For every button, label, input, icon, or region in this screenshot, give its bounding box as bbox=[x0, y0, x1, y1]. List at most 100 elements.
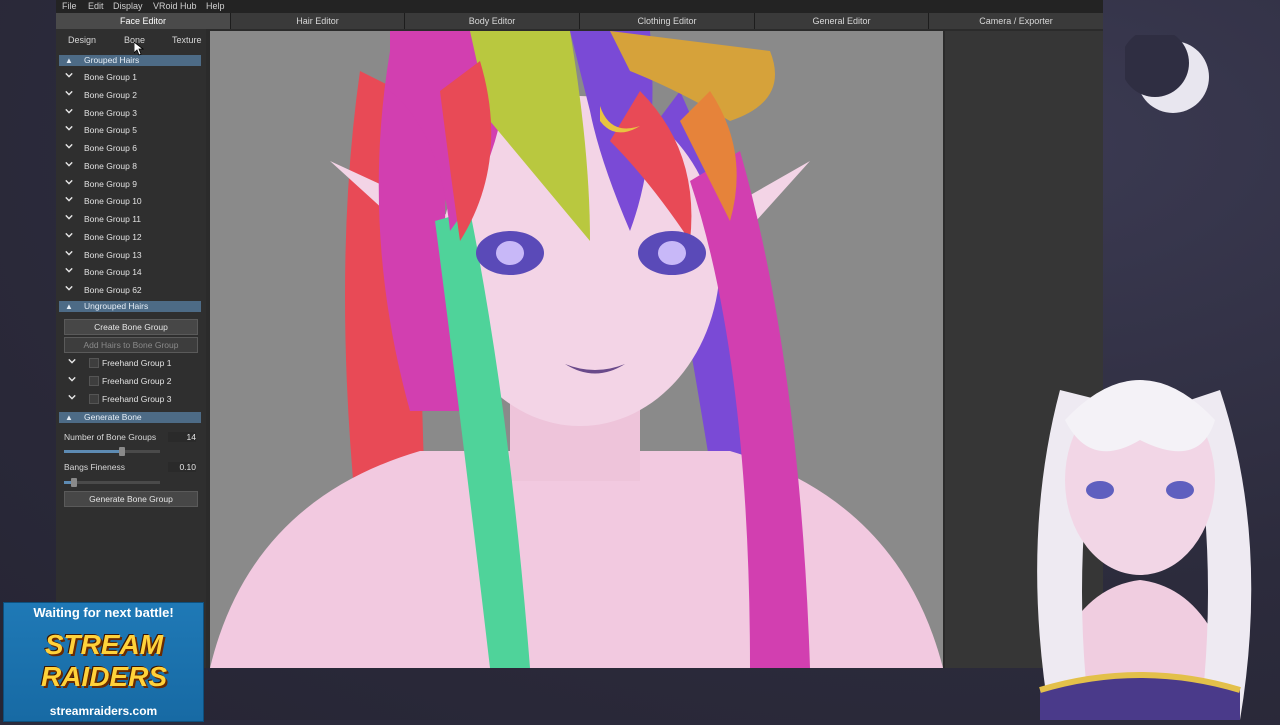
number-of-bone-groups-label: Number of Bone Groups bbox=[64, 432, 157, 442]
number-of-bone-groups-field[interactable]: 14 bbox=[168, 432, 196, 442]
moon-decoration bbox=[1121, 29, 1215, 125]
sub-tab-bar: Design Bone Texture bbox=[56, 29, 206, 51]
create-bone-group-button[interactable]: Create Bone Group bbox=[64, 319, 198, 335]
chevron-down-icon[interactable] bbox=[68, 357, 76, 365]
3d-viewport[interactable] bbox=[210, 31, 943, 668]
ungrouped-hairs-header[interactable]: ▲ Ungrouped Hairs bbox=[59, 301, 201, 312]
tab-camera-exporter[interactable]: Camera / Exporter bbox=[929, 13, 1103, 29]
generate-bone-group-button[interactable]: Generate Bone Group bbox=[64, 491, 198, 507]
tab-hair-editor[interactable]: Hair Editor bbox=[231, 13, 405, 29]
tab-general-editor[interactable]: General Editor bbox=[755, 13, 929, 29]
bone-group-label: Bone Group 62 bbox=[84, 285, 142, 295]
site-url: streamraiders.com bbox=[49, 704, 158, 718]
chevron-down-icon[interactable] bbox=[65, 71, 73, 79]
slider-handle[interactable] bbox=[118, 447, 125, 456]
section-label: Grouped Hairs bbox=[84, 55, 140, 65]
chevron-down-icon[interactable] bbox=[65, 124, 73, 132]
bone-group-item[interactable]: Bone Group 11 bbox=[59, 211, 201, 228]
chevron-down-icon[interactable] bbox=[65, 89, 73, 97]
slider-fill bbox=[64, 450, 122, 453]
bone-group-item[interactable]: Bone Group 8 bbox=[59, 158, 201, 175]
bone-group-label: Bone Group 1 bbox=[84, 72, 137, 82]
tab-face-editor[interactable]: Face Editor bbox=[56, 13, 231, 29]
freehand-group-item[interactable]: Freehand Group 3 bbox=[59, 391, 201, 408]
bone-group-item[interactable]: Bone Group 3 bbox=[59, 105, 201, 122]
bone-group-item[interactable]: Bone Group 10 bbox=[59, 193, 201, 210]
bone-group-item[interactable]: Bone Group 12 bbox=[59, 229, 201, 246]
generate-bone-header[interactable]: ▲ Generate Bone bbox=[59, 412, 201, 423]
bone-group-label: Bone Group 3 bbox=[84, 107, 137, 118]
chevron-down-icon[interactable] bbox=[65, 107, 73, 115]
chevron-down-icon[interactable] bbox=[68, 375, 76, 383]
menu-help[interactable]: Help bbox=[206, 1, 225, 11]
bone-group-label: Bone Group 5 bbox=[84, 125, 137, 136]
chevron-down-icon[interactable] bbox=[65, 249, 73, 257]
bangs-fineness-slider[interactable] bbox=[64, 478, 160, 487]
bone-group-label: Bone Group 13 bbox=[84, 249, 142, 260]
number-of-bone-groups-slider[interactable] bbox=[64, 447, 160, 456]
subtab-design[interactable]: Design bbox=[68, 35, 96, 45]
menu-bar: File Edit Display VRoid Hub Help bbox=[56, 0, 1103, 13]
chevron-up-icon: ▲ bbox=[65, 413, 73, 422]
grouped-hairs-header[interactable]: ▲ Grouped Hairs bbox=[59, 55, 201, 66]
logo-line-2: RAIDERS bbox=[40, 661, 167, 692]
left-panel: Design Bone Texture ▲ Grouped Hairs Bone… bbox=[56, 29, 206, 668]
bone-group-item[interactable]: Bone Group 1 bbox=[59, 69, 201, 86]
bone-group-label: Bone Group 6 bbox=[84, 143, 137, 153]
vroid-studio-window: File Edit Display VRoid Hub Help Face Ed… bbox=[56, 0, 1103, 668]
chevron-down-icon[interactable] bbox=[65, 160, 73, 168]
chevron-down-icon[interactable] bbox=[65, 284, 73, 292]
chevron-down-icon[interactable] bbox=[68, 393, 76, 401]
subtab-texture[interactable]: Texture bbox=[172, 35, 202, 45]
checkbox[interactable] bbox=[89, 394, 99, 404]
slider-handle[interactable] bbox=[70, 478, 77, 487]
bone-group-label: Bone Group 11 bbox=[84, 214, 142, 224]
chevron-up-icon: ▲ bbox=[65, 302, 73, 311]
bone-group-label: Bone Group 10 bbox=[84, 196, 142, 207]
waiting-text: Waiting for next battle! bbox=[33, 605, 174, 620]
bone-group-item[interactable]: Bone Group 14 bbox=[59, 264, 201, 281]
chevron-down-icon[interactable] bbox=[65, 142, 73, 150]
bone-group-item[interactable]: Bone Group 9 bbox=[59, 176, 201, 193]
bangs-fineness-row: Bangs Fineness 0.10 bbox=[64, 462, 196, 476]
chevron-down-icon[interactable] bbox=[65, 178, 73, 186]
bone-group-item[interactable]: Bone Group 6 bbox=[59, 140, 201, 157]
tab-body-editor[interactable]: Body Editor bbox=[405, 13, 580, 29]
menu-file[interactable]: File bbox=[62, 1, 77, 11]
editor-tab-bar: Face Editor Hair Editor Body Editor Clot… bbox=[56, 13, 1103, 29]
bone-group-item[interactable]: Bone Group 62 bbox=[59, 282, 201, 299]
menu-vroid-hub[interactable]: VRoid Hub bbox=[153, 1, 197, 11]
chevron-down-icon[interactable] bbox=[65, 195, 73, 203]
logo-line-1: STREAM bbox=[44, 629, 164, 660]
stream-raiders-logo: STREAM RAIDERS bbox=[24, 629, 184, 697]
checkbox[interactable] bbox=[89, 376, 99, 386]
menu-display[interactable]: Display bbox=[113, 1, 143, 11]
menu-edit[interactable]: Edit bbox=[88, 1, 104, 11]
number-of-bone-groups-row: Number of Bone Groups 14 bbox=[64, 432, 196, 446]
chevron-down-icon[interactable] bbox=[65, 231, 73, 239]
freehand-group-label: Freehand Group 2 bbox=[102, 376, 172, 386]
bone-group-label: Bone Group 2 bbox=[84, 89, 137, 100]
section-label: Generate Bone bbox=[84, 412, 142, 422]
add-hairs-to-bone-group-button[interactable]: Add Hairs to Bone Group bbox=[64, 337, 198, 353]
vtuber-avatar bbox=[1000, 360, 1280, 720]
bone-group-label: Bone Group 14 bbox=[84, 267, 142, 278]
tab-clothing-editor[interactable]: Clothing Editor bbox=[580, 13, 755, 29]
freehand-group-label: Freehand Group 1 bbox=[102, 358, 172, 368]
bone-group-item[interactable]: Bone Group 13 bbox=[59, 247, 201, 264]
bone-group-item[interactable]: Bone Group 2 bbox=[59, 87, 201, 104]
freehand-group-label: Freehand Group 3 bbox=[102, 394, 172, 404]
bangs-fineness-field[interactable]: 0.10 bbox=[168, 462, 196, 472]
stream-raiders-overlay: Waiting for next battle! STREAM RAIDERS … bbox=[3, 602, 204, 722]
checkbox[interactable] bbox=[89, 358, 99, 368]
bone-group-label: Bone Group 9 bbox=[84, 178, 137, 189]
bangs-fineness-label: Bangs Fineness bbox=[64, 462, 125, 472]
character-render bbox=[210, 31, 943, 668]
freehand-group-item[interactable]: Freehand Group 1 bbox=[59, 355, 201, 372]
section-label: Ungrouped Hairs bbox=[84, 301, 149, 311]
chevron-down-icon[interactable] bbox=[65, 266, 73, 274]
bone-group-item[interactable]: Bone Group 5 bbox=[59, 122, 201, 139]
freehand-group-item[interactable]: Freehand Group 2 bbox=[59, 373, 201, 390]
chevron-down-icon[interactable] bbox=[65, 213, 73, 221]
bone-group-label: Bone Group 8 bbox=[84, 160, 137, 171]
